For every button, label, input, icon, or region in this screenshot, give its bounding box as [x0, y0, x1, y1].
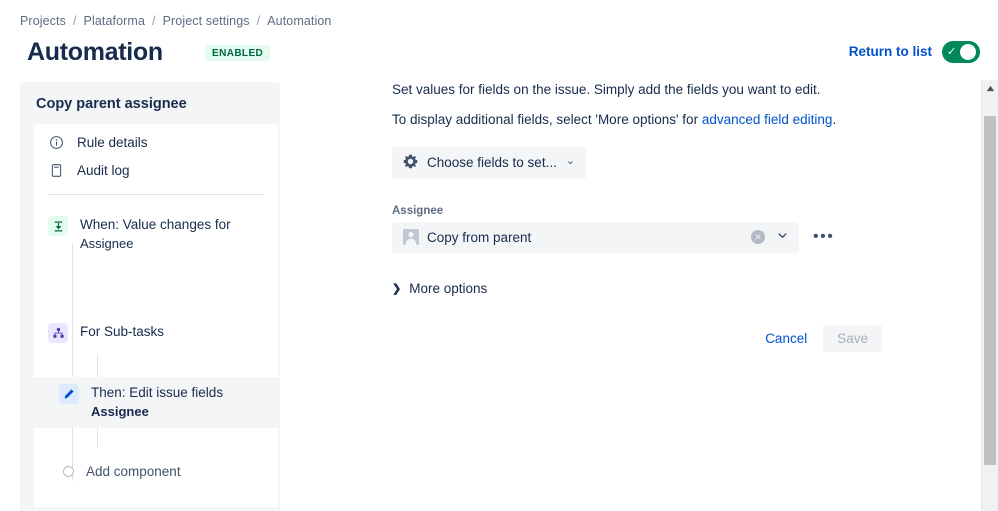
breadcrumb-item-plataforma[interactable]: Plataforma [84, 14, 145, 28]
rule-nav-card: Rule details Audit log When: Value chang… [34, 124, 278, 507]
user-avatar-icon [403, 229, 419, 245]
check-icon: ✓ [947, 45, 957, 58]
gear-icon [403, 154, 418, 172]
tree-item-trigger[interactable]: When: Value changes for Assignee [34, 209, 278, 259]
more-options-expander[interactable]: ❯ More options [392, 281, 487, 296]
more-dots-icon[interactable]: ••• [813, 229, 834, 244]
sidebar-item-rule-details[interactable]: Rule details [34, 128, 278, 156]
form-actions: Cancel Save [392, 324, 882, 352]
action-title: Then: Edit issue fields [91, 385, 224, 401]
rule-name: Copy parent assignee [36, 96, 187, 112]
branch-hierarchy-icon [48, 323, 68, 344]
tree-item-label: For Sub-tasks [80, 324, 165, 340]
trigger-subtitle: Assignee [80, 235, 134, 251]
return-to-list-link[interactable]: Return to list [849, 44, 932, 59]
page-title: Automation [27, 38, 163, 66]
tree-item-action[interactable]: Then: Edit issue fields Assignee [34, 377, 278, 428]
description-suffix: . [832, 112, 837, 128]
add-component-label: Add component [86, 463, 181, 479]
pencil-icon [59, 384, 79, 405]
breadcrumb-item-projects[interactable]: Projects [20, 14, 66, 28]
sidebar-item-label: Rule details [77, 134, 148, 150]
choose-fields-button[interactable]: Choose fields to set... ⌄ [392, 146, 587, 179]
main-content: Set values for fields on the issue. Simp… [392, 80, 922, 352]
document-icon [48, 162, 64, 178]
chevron-down-icon: ⌄ [565, 155, 576, 167]
clear-circle-icon[interactable]: ✕ [751, 230, 765, 244]
assignee-field-label: Assignee [392, 204, 444, 217]
breadcrumb-item-automation[interactable]: Automation [267, 14, 331, 28]
scroll-up-arrow-icon[interactable] [982, 80, 998, 97]
assignee-value: Copy from parent [427, 229, 532, 245]
rule-enabled-toggle[interactable]: ✓ [942, 41, 980, 63]
toggle-knob [960, 44, 976, 60]
more-options-label: More options [409, 280, 488, 296]
breadcrumb-separator: / [152, 14, 156, 28]
status-badge: ENABLED [205, 45, 271, 61]
rule-tree: When: Value changes for Assignee For Sub… [34, 195, 278, 507]
breadcrumb-separator: / [256, 14, 261, 28]
info-circle-icon [48, 134, 64, 150]
sidebar-item-label: Audit log [77, 162, 130, 178]
scrollbar-thumb[interactable] [984, 116, 996, 465]
save-button[interactable]: Save [823, 324, 882, 352]
breadcrumb-separator: / [72, 14, 77, 28]
rule-sidebar: Copy parent assignee Rule details Audit … [20, 82, 280, 511]
add-component-branch-button[interactable]: Add component [34, 458, 278, 485]
trigger-title: When: Value changes for [80, 217, 231, 232]
choose-fields-label: Choose fields to set... [427, 155, 557, 170]
breadcrumb-item-project-settings[interactable]: Project settings [163, 14, 250, 28]
sidebar-item-audit-log[interactable]: Audit log [34, 156, 278, 184]
description-line-1: Set values for fields on the issue. Simp… [392, 82, 821, 97]
tree-item-label: When: Value changes for Assignee [80, 215, 231, 253]
tree-item-label: Then: Edit issue fields Assignee [91, 383, 223, 421]
description-line-2: To display additional fields, select 'Mo… [392, 110, 922, 130]
description-prefix: To display additional fields, select 'Mo… [392, 112, 702, 128]
page-scrollbar[interactable] [981, 80, 998, 511]
action-subtitle: Assignee [91, 403, 149, 419]
trigger-arrow-icon [48, 216, 68, 236]
cancel-button[interactable]: Cancel [759, 325, 813, 352]
assignee-field-row: Copy from parent ✕ ••• [392, 221, 922, 253]
chevron-right-icon: ❯ [392, 282, 402, 295]
assignee-select[interactable]: Copy from parent ✕ [392, 221, 799, 253]
add-component-circle-icon [63, 465, 74, 477]
advanced-field-editing-link[interactable]: advanced field editing [702, 112, 833, 127]
tree-item-branch[interactable]: For Sub-tasks [34, 316, 278, 349]
chevron-down-icon[interactable] [777, 230, 788, 244]
breadcrumb: Projects / Plataforma / Project settings… [20, 14, 331, 28]
